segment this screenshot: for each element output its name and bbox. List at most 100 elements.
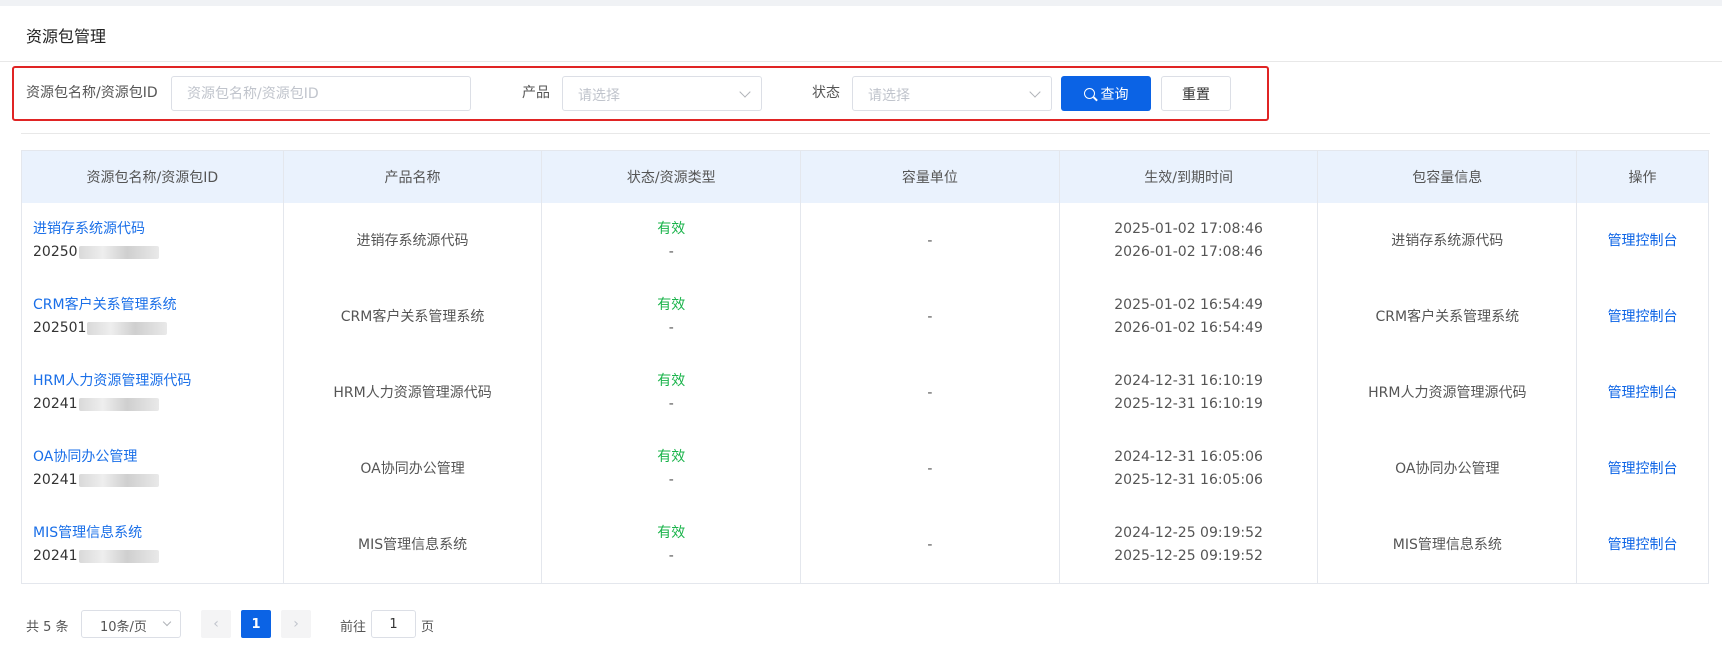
start-time: 2024-12-31 16:10:19 xyxy=(1114,373,1263,389)
cell-product: CRM客户关系管理系统 xyxy=(284,279,543,355)
cell-capacity: OA协同办公管理 xyxy=(1318,431,1578,507)
pagination-total: 共 5 条 xyxy=(26,620,69,635)
cell-unit: - xyxy=(801,355,1060,431)
status-badge: 有效 xyxy=(657,221,686,237)
cell-capacity: 进销存系统源代码 xyxy=(1318,203,1578,279)
cell-time: 2025-01-02 16:54:49 2026-01-02 16:54:49 xyxy=(1060,279,1319,355)
cell-unit: - xyxy=(801,279,1060,355)
end-time: 2026-01-02 16:54:49 xyxy=(1114,320,1263,336)
redacted-id xyxy=(87,321,168,335)
reset-button[interactable]: 重置 xyxy=(1161,76,1231,111)
column-header-capacity: 包容量信息 xyxy=(1318,151,1578,203)
cell-unit: - xyxy=(801,203,1060,279)
chevron-down-icon xyxy=(1029,86,1041,98)
manage-console-link[interactable]: 管理控制台 xyxy=(1608,230,1678,253)
cell-time: 2024-12-25 09:19:52 2025-12-25 09:19:52 xyxy=(1060,507,1319,583)
cell-action: 管理控制台 xyxy=(1577,507,1708,583)
cell-name: OA协同办公管理 20241 xyxy=(22,431,284,507)
cell-name: MIS管理信息系统 20241 xyxy=(22,507,284,583)
table-row: 进销存系统源代码 20250 进销存系统源代码 有效 - -2025-01-02 17:0… xyxy=(22,203,1708,279)
manage-console-link[interactable]: 管理控制台 xyxy=(1608,458,1678,481)
package-name-link[interactable]: MIS管理信息系统 xyxy=(33,522,142,545)
end-time: 2025-12-25 09:19:52 xyxy=(1114,548,1263,564)
package-name-link[interactable]: CRM客户关系管理系统 xyxy=(33,294,177,317)
page-size-select[interactable]: 10条/页 xyxy=(81,610,181,638)
package-id-prefix: 20241 xyxy=(33,472,78,488)
redacted-id xyxy=(78,397,159,411)
status-badge: 有效 xyxy=(657,373,686,389)
package-name-link[interactable]: OA协同办公管理 xyxy=(33,446,137,469)
status-select[interactable]: 请选择 xyxy=(852,76,1052,111)
goto-suffix: 页 xyxy=(421,620,435,635)
cell-time: 2024-12-31 16:10:19 2025-12-31 16:10:19 xyxy=(1060,355,1319,431)
goto-page-input[interactable] xyxy=(371,610,416,638)
cell-status: 有效 - xyxy=(542,507,802,583)
cell-action: 管理控制台 xyxy=(1577,279,1708,355)
cell-name: 进销存系统源代码 20250 xyxy=(22,203,284,279)
cell-capacity: CRM客户关系管理系统 xyxy=(1318,279,1578,355)
cell-status: 有效 - xyxy=(542,279,802,355)
cell-action: 管理控制台 xyxy=(1577,431,1708,507)
column-header-unit: 容量单位 xyxy=(801,151,1060,203)
prev-page-button[interactable]: ‹ xyxy=(201,610,231,638)
filter-divider xyxy=(21,133,1710,134)
start-time: 2024-12-25 09:19:52 xyxy=(1114,525,1263,541)
package-id-prefix: 202501 xyxy=(33,320,87,336)
package-id-prefix: 20241 xyxy=(33,396,78,412)
cell-time: 2025-01-02 17:08:46 2026-01-02 17:08:46 xyxy=(1060,203,1319,279)
package-id-prefix: 20250 xyxy=(33,244,78,260)
column-header-status: 状态/资源类型 xyxy=(542,151,802,203)
resource-type: - xyxy=(668,472,674,488)
manage-console-link[interactable]: 管理控制台 xyxy=(1608,306,1678,329)
cell-name: CRM客户关系管理系统 202501 xyxy=(22,279,284,355)
end-time: 2025-12-31 16:05:06 xyxy=(1114,472,1263,488)
name-filter-label: 资源包名称/资源包ID xyxy=(26,85,158,101)
package-name-link[interactable]: HRM人力资源管理源代码 xyxy=(33,370,191,393)
query-button-label: 查询 xyxy=(1100,86,1129,103)
cell-name: HRM人力资源管理源代码 20241 xyxy=(22,355,284,431)
end-time: 2026-01-02 17:08:46 xyxy=(1114,244,1263,260)
cell-product: 进销存系统源代码 xyxy=(284,203,543,279)
start-time: 2024-12-31 16:05:06 xyxy=(1114,449,1263,465)
cell-product: HRM人力资源管理源代码 xyxy=(284,355,543,431)
resource-type: - xyxy=(668,396,674,412)
redacted-id xyxy=(78,245,159,259)
reset-button-label: 重置 xyxy=(1182,86,1210,103)
start-time: 2025-01-02 17:08:46 xyxy=(1114,221,1263,237)
table-row: CRM客户关系管理系统 202501 CRM客户关系管理系统 有效 - -2025-01-… xyxy=(22,279,1708,355)
table-header: 资源包名称/资源包ID 产品名称 状态/资源类型 容量单位 生效/到期时间 包容… xyxy=(22,151,1708,203)
status-badge: 有效 xyxy=(657,297,686,313)
product-select[interactable]: 请选择 xyxy=(562,76,762,111)
table-row: MIS管理信息系统 20241 MIS管理信息系统 有效 - -2024-12-25 09… xyxy=(22,507,1708,583)
redacted-id xyxy=(78,473,159,487)
chevron-left-icon: ‹ xyxy=(213,616,219,632)
manage-console-link[interactable]: 管理控制台 xyxy=(1608,534,1678,557)
package-id: 20250 xyxy=(33,241,159,264)
cell-action: 管理控制台 xyxy=(1577,203,1708,279)
name-search-input[interactable] xyxy=(171,76,471,111)
cell-status: 有效 - xyxy=(542,203,802,279)
status-badge: 有效 xyxy=(657,449,686,465)
column-header-time: 生效/到期时间 xyxy=(1060,151,1319,203)
manage-console-link[interactable]: 管理控制台 xyxy=(1608,382,1678,405)
table-row: OA协同办公管理 20241 OA协同办公管理 有效 - -2024-12-31 16:0… xyxy=(22,431,1708,507)
package-name-link[interactable]: 进销存系统源代码 xyxy=(33,218,145,241)
status-filter-label: 状态 xyxy=(812,85,840,101)
chevron-right-icon: › xyxy=(293,616,299,632)
end-time: 2025-12-31 16:10:19 xyxy=(1114,396,1263,412)
resource-type: - xyxy=(668,244,674,260)
cell-capacity: HRM人力资源管理源代码 xyxy=(1318,355,1578,431)
next-page-button[interactable]: › xyxy=(281,610,311,638)
resource-package-table: 资源包名称/资源包ID 产品名称 状态/资源类型 容量单位 生效/到期时间 包容… xyxy=(21,150,1709,584)
page-title: 资源包管理 xyxy=(26,27,107,46)
query-button[interactable]: 查询 xyxy=(1061,76,1151,111)
chevron-down-icon xyxy=(162,617,172,627)
cell-status: 有效 - xyxy=(542,355,802,431)
column-header-action: 操作 xyxy=(1628,170,1657,186)
page-number-1[interactable]: 1 xyxy=(241,610,271,638)
column-header-product: 产品名称 xyxy=(284,151,543,203)
status-badge: 有效 xyxy=(657,525,686,541)
cell-unit: - xyxy=(801,507,1060,583)
cell-capacity: MIS管理信息系统 xyxy=(1318,507,1578,583)
table-body: 进销存系统源代码 20250 进销存系统源代码 有效 - -2025-01-02 17:0… xyxy=(22,203,1708,583)
